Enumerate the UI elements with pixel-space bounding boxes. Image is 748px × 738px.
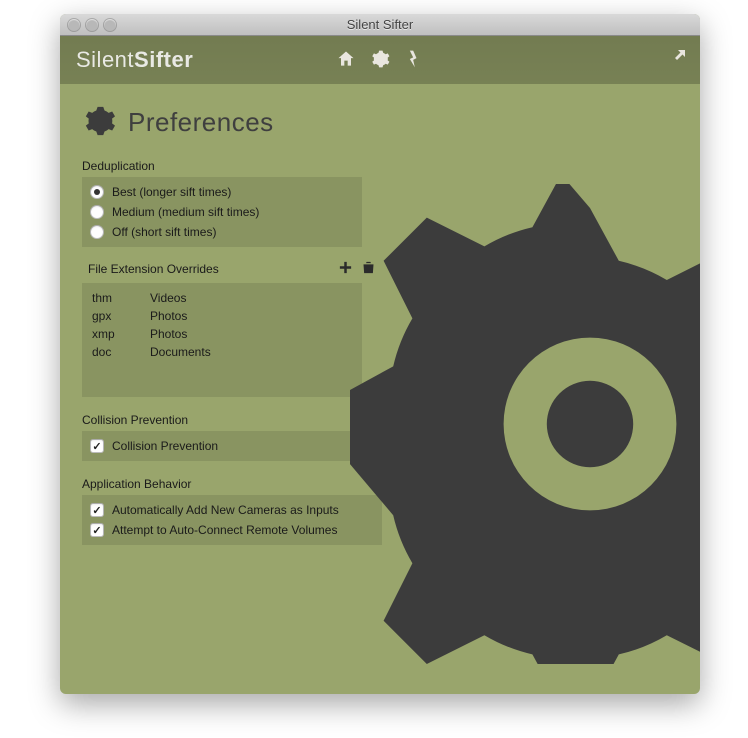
radio-label: Best (longer sift times) xyxy=(112,185,231,199)
table-row[interactable]: thm Videos xyxy=(92,289,352,307)
minimize-window-button[interactable] xyxy=(86,19,98,31)
app-header: SilentSifter xyxy=(60,36,700,84)
section-label-behavior: Application Behavior xyxy=(82,477,678,491)
expand-icon[interactable] xyxy=(664,47,688,74)
check-label: Collision Prevention xyxy=(112,439,218,453)
titlebar: Silent Sifter xyxy=(60,14,700,36)
section-label-extensions: File Extension Overrides xyxy=(88,262,219,276)
check-label: Automatically Add New Cameras as Inputs xyxy=(112,503,339,517)
extensions-table: thm Videos gpx Photos xmp Photos doc Doc… xyxy=(82,283,362,397)
table-row[interactable]: gpx Photos xyxy=(92,307,352,325)
gear-icon xyxy=(82,104,116,141)
cat-cell: Photos xyxy=(150,309,187,323)
check-label: Attempt to Auto-Connect Remote Volumes xyxy=(112,523,337,537)
radio-label: Medium (medium sift times) xyxy=(112,205,259,219)
zoom-window-button[interactable] xyxy=(104,19,116,31)
section-label-dedup: Deduplication xyxy=(82,159,678,173)
behavior-auto-add-cameras[interactable]: ✓ Automatically Add New Cameras as Input… xyxy=(90,500,374,520)
behavior-panel: ✓ Automatically Add New Cameras as Input… xyxy=(82,495,382,545)
ext-cell: xmp xyxy=(92,327,150,341)
dedup-option-best[interactable]: Best (longer sift times) xyxy=(90,182,354,202)
home-icon[interactable] xyxy=(336,49,356,72)
add-icon[interactable] xyxy=(338,260,353,278)
behavior-auto-connect-volumes[interactable]: ✓ Attempt to Auto-Connect Remote Volumes xyxy=(90,520,374,540)
collision-panel: ✓ Collision Prevention xyxy=(82,431,362,461)
app-window: Silent Sifter SilentSifter xyxy=(60,14,700,694)
trash-icon[interactable] xyxy=(361,260,376,278)
dedup-panel: Best (longer sift times) Medium (medium … xyxy=(82,177,362,247)
cat-cell: Videos xyxy=(150,291,186,305)
content: Preferences Deduplication Best (longer s… xyxy=(60,84,700,694)
collision-check[interactable]: ✓ Collision Prevention xyxy=(90,436,354,456)
ext-cell: thm xyxy=(92,291,150,305)
cat-cell: Photos xyxy=(150,327,187,341)
sift-icon[interactable] xyxy=(404,49,424,72)
close-window-button[interactable] xyxy=(68,19,80,31)
section-header-extensions: File Extension Overrides xyxy=(82,255,382,283)
ext-cell: doc xyxy=(92,345,150,359)
brand-prefix: Silent xyxy=(76,47,134,72)
radio-icon xyxy=(90,225,104,239)
brand: SilentSifter xyxy=(76,47,193,73)
brand-suffix: Sifter xyxy=(134,47,193,72)
page-heading: Preferences xyxy=(82,104,678,141)
ext-cell: gpx xyxy=(92,309,150,323)
header-nav xyxy=(336,49,424,72)
checkbox-icon: ✓ xyxy=(90,439,104,453)
radio-icon xyxy=(90,185,104,199)
traffic-lights xyxy=(68,19,116,31)
table-row[interactable]: doc Documents xyxy=(92,343,352,361)
section-label-collision: Collision Prevention xyxy=(82,413,678,427)
extension-actions xyxy=(338,260,376,278)
window-title: Silent Sifter xyxy=(60,17,700,32)
checkbox-icon: ✓ xyxy=(90,503,104,517)
dedup-option-off[interactable]: Off (short sift times) xyxy=(90,222,354,242)
cat-cell: Documents xyxy=(150,345,211,359)
page-title: Preferences xyxy=(128,107,274,138)
dedup-option-medium[interactable]: Medium (medium sift times) xyxy=(90,202,354,222)
checkbox-icon: ✓ xyxy=(90,523,104,537)
radio-icon xyxy=(90,205,104,219)
gear-icon[interactable] xyxy=(370,49,390,72)
radio-label: Off (short sift times) xyxy=(112,225,216,239)
table-row[interactable]: xmp Photos xyxy=(92,325,352,343)
